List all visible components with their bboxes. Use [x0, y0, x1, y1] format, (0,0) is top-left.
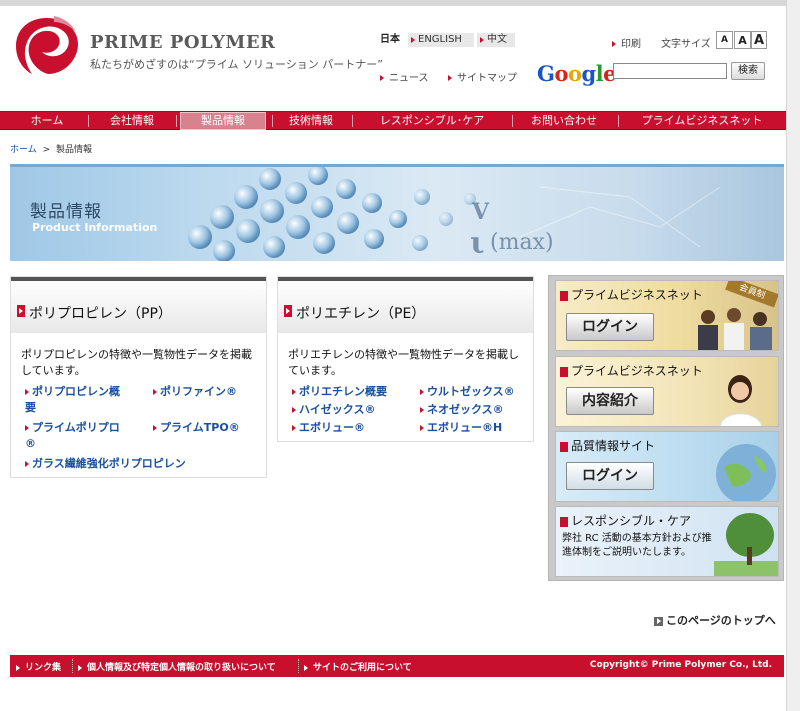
evolue-link[interactable]: エボリュー® — [292, 420, 365, 436]
polyfine-link[interactable]: ポリファイン® — [153, 384, 237, 400]
ultzex-link[interactable]: ウルトゼックス® — [420, 384, 515, 400]
arrow-right-icon — [78, 664, 82, 671]
sitemap-link[interactable]: サイトマップ — [448, 69, 517, 84]
prime-tpo-link[interactable]: プライムTPO® — [153, 420, 240, 436]
footer-privacy-link[interactable]: 個人情報及び特定個人情報の取り扱いについて — [78, 660, 276, 673]
pe-panel: ポリエチレン（PE） ポリエチレンの特徴や一覧物性データを掲載しています。 ポリ… — [277, 276, 534, 442]
molecule-illustration-icon: V ι (max) — [188, 167, 721, 261]
arrow-right-icon — [560, 441, 568, 452]
arrow-right-icon — [25, 461, 29, 467]
prime-polypro-link[interactable]: プライムポリプロ® — [25, 420, 125, 452]
arrow-right-icon — [284, 305, 292, 317]
tagline: 私たちがめざすのは“プライム ソリューション パートナー” — [90, 58, 383, 71]
svg-text:V: V — [471, 199, 490, 225]
pe-panel-header: ポリエチレン（PE） — [278, 277, 533, 333]
scrollbar[interactable] — [786, 0, 800, 711]
page-subtitle: Product Information — [32, 221, 158, 234]
responsible-care-banner[interactable]: レスポンシブル・ケア 弊社 RC 活動の基本方針および推進体制をご説明いたします… — [555, 506, 779, 577]
search-input[interactable] — [613, 63, 727, 79]
business-net-intro-button[interactable]: 内容紹介 — [566, 387, 654, 415]
lang-english-link[interactable]: ENGLISH — [408, 33, 474, 47]
quality-info-login-button[interactable]: ログイン — [566, 462, 654, 490]
pp-title[interactable]: ポリプロピレン（PP） — [29, 303, 172, 323]
arrow-right-icon — [17, 305, 25, 317]
side-banner-column: プライムビジネスネット 会員制 ログイン プライムビジネスネット 内容紹介 品質… — [548, 275, 784, 581]
breadcrumb-home-link[interactable]: ホーム — [10, 145, 37, 155]
arrow-right-icon — [420, 407, 424, 413]
woman-with-headset-icon — [719, 375, 762, 426]
globe-icon — [716, 444, 776, 501]
nav-responsible-care[interactable]: レスポンシブル･ケア — [356, 112, 508, 130]
global-nav: ホーム 会社情報 製品情報 技術情報 レスポンシブル･ケア お問い合わせ プライ… — [0, 111, 786, 130]
responsible-care-text: 弊社 RC 活動の基本方針および推進体制をご説明いたします。 — [562, 533, 712, 558]
nav-contact[interactable]: お問い合わせ — [516, 112, 612, 130]
arrow-right-icon — [411, 37, 415, 43]
font-size-label: 文字サイズ — [661, 39, 711, 50]
arrow-right-icon — [25, 389, 29, 395]
font-size-medium-button[interactable]: A — [734, 31, 751, 49]
arrow-right-icon — [25, 425, 29, 431]
pp-panel: ポリプロピレン（PP） ポリプロピレンの特徴や一覧物性データを掲載しています。 … — [10, 276, 267, 478]
arrow-right-icon — [16, 664, 20, 671]
pe-overview-link[interactable]: ポリエチレン概要 — [292, 384, 387, 400]
search-button[interactable]: 検索 — [731, 62, 765, 80]
nav-prime-business-net[interactable]: プライムビジネスネット — [622, 112, 782, 130]
glass-fiber-pp-link[interactable]: ガラス繊維強化ポリプロピレン — [25, 456, 186, 472]
copyright: Copyright© Prime Polymer Co., Ltd. — [589, 660, 772, 670]
lang-japanese[interactable]: 日本 — [380, 33, 400, 47]
footer: リンク集 個人情報及び特定個人情報の取り扱いについて サイトのご利用について C… — [10, 655, 784, 677]
business-net-login-banner[interactable]: プライムビジネスネット 会員制 ログイン — [555, 280, 779, 351]
arrow-right-icon — [292, 389, 296, 395]
print-link[interactable]: 印刷 — [612, 35, 641, 50]
window-top-strip — [0, 0, 800, 6]
pe-description: ポリエチレンの特徴や一覧物性データを掲載しています。 — [288, 348, 519, 377]
news-link[interactable]: ニュース — [380, 69, 429, 84]
nav-technology[interactable]: 技術情報 — [276, 112, 346, 130]
arrow-right-icon — [292, 425, 296, 431]
arrow-right-icon — [420, 425, 424, 431]
page-title: 製品情報 — [30, 202, 102, 222]
nav-home[interactable]: ホーム — [10, 112, 84, 130]
lang-chinese-link[interactable]: 中文 — [477, 33, 515, 47]
tree-icon — [714, 513, 778, 576]
svg-text:ι: ι — [470, 226, 485, 261]
font-size-small-button[interactable]: A — [716, 31, 733, 49]
back-to-top-link[interactable]: このページのトップへ — [654, 612, 776, 628]
pe-title[interactable]: ポリエチレン（PE） — [296, 303, 425, 323]
business-net-login-button[interactable]: ログイン — [566, 313, 654, 341]
pp-panel-header: ポリプロピレン（PP） — [11, 277, 266, 333]
footer-terms-link[interactable]: サイトのご利用について — [304, 660, 412, 673]
breadcrumb-current: 製品情報 — [56, 145, 93, 155]
pp-description: ポリプロピレンの特徴や一覧物性データを掲載しています。 — [21, 348, 252, 377]
neozex-link[interactable]: ネオゼックス® — [420, 402, 504, 418]
arrow-right-icon — [654, 616, 663, 626]
footer-links-link[interactable]: リンク集 — [16, 660, 61, 673]
nav-company[interactable]: 会社情報 — [92, 112, 172, 130]
arrow-right-icon — [448, 75, 452, 81]
font-size-large-button[interactable]: A — [751, 31, 767, 49]
arrow-right-icon — [380, 75, 384, 81]
arrow-right-icon — [480, 37, 484, 43]
brand-name: PRIME POLYMER — [90, 32, 276, 53]
arrow-right-icon — [560, 366, 568, 377]
svg-text:(max): (max) — [490, 230, 554, 255]
arrow-right-icon — [153, 425, 157, 431]
arrow-right-icon — [304, 664, 308, 671]
arrow-right-icon — [560, 516, 568, 527]
pp-overview-link[interactable]: ポリプロピレン概要 — [25, 384, 125, 416]
business-people-icon — [698, 308, 772, 350]
hizex-link[interactable]: ハイゼックス® — [292, 402, 375, 418]
evolue-h-link[interactable]: エボリュー®H — [420, 420, 502, 436]
page-banner: V ι (max) 製品情報 Product Information — [10, 164, 784, 261]
arrow-right-icon — [420, 389, 424, 395]
prime-polymer-logo-icon[interactable] — [14, 14, 80, 76]
arrow-right-icon — [153, 389, 157, 395]
quality-info-login-banner[interactable]: 品質情報サイト ログイン — [555, 431, 779, 502]
arrow-right-icon — [612, 41, 616, 47]
business-net-intro-banner[interactable]: プライムビジネスネット 内容紹介 — [555, 356, 779, 427]
arrow-right-icon — [292, 407, 296, 413]
breadcrumb: ホーム > 製品情報 — [10, 145, 93, 155]
nav-products[interactable]: 製品情報 — [180, 112, 266, 130]
arrow-right-icon — [560, 290, 568, 301]
